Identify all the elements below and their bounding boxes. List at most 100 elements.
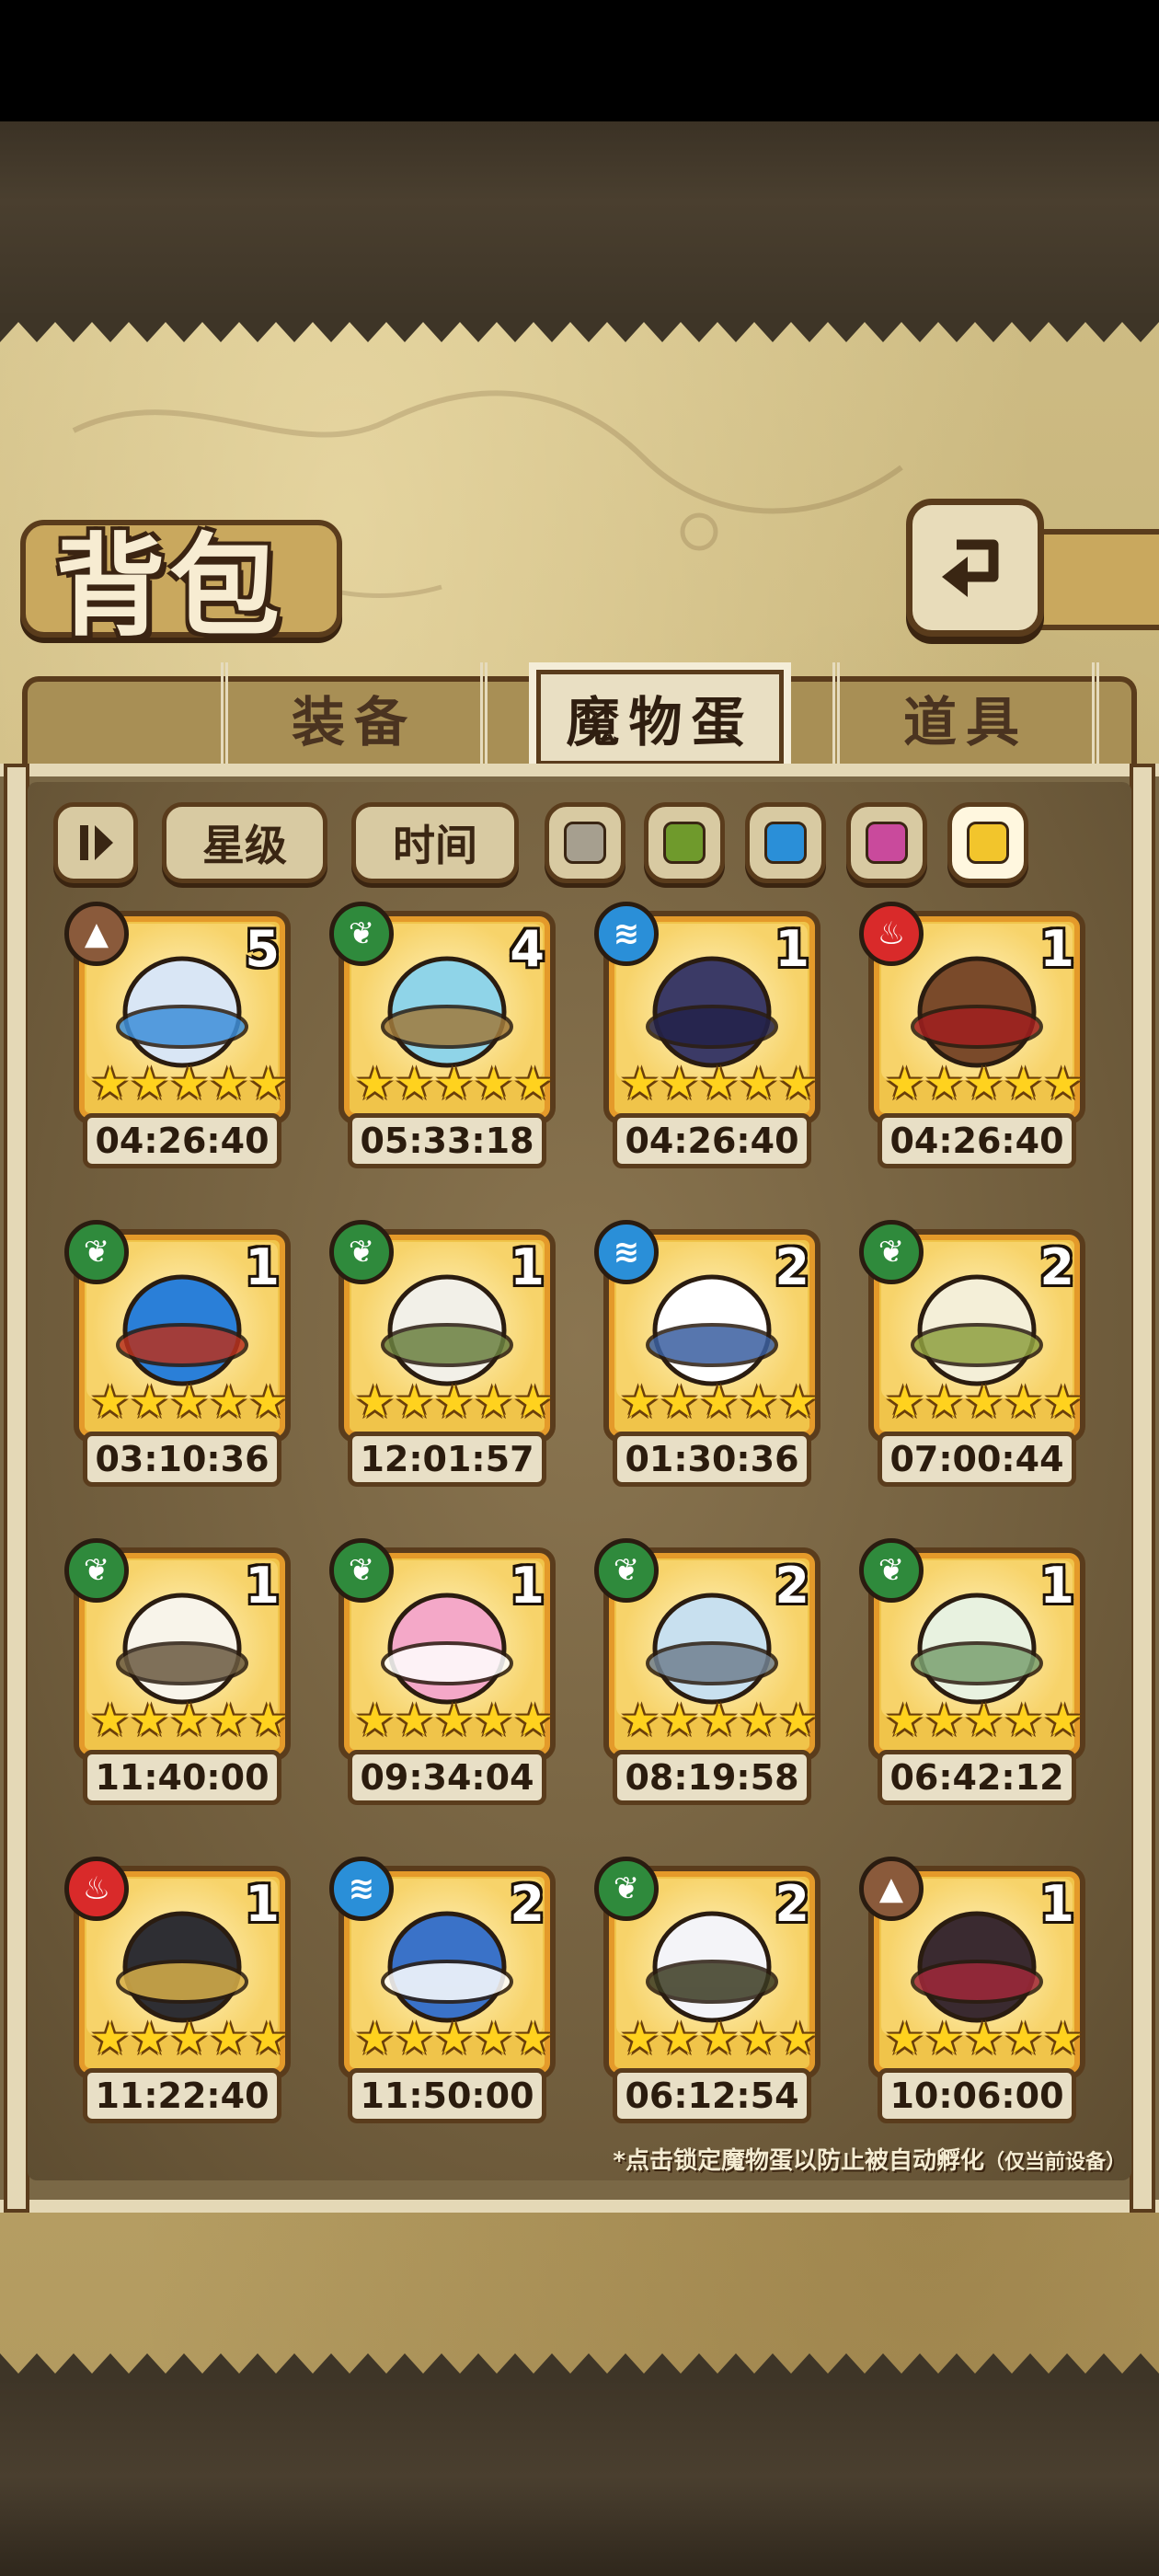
star-icon: ★ xyxy=(209,2013,249,2064)
egg-card[interactable]: ❦ 2 ★ ★ ★ ★ ★ 06:12:54 xyxy=(594,1857,824,2123)
filter-color-blue[interactable] xyxy=(745,802,826,883)
star-icon: ★ xyxy=(355,1376,396,1428)
filter-color-yellow[interactable] xyxy=(947,802,1028,883)
filter-color-green[interactable] xyxy=(644,802,725,883)
star-icon: ★ xyxy=(739,1376,779,1428)
star-icon: ★ xyxy=(924,2013,965,2064)
egg-card[interactable]: ❦ 1 ★ ★ ★ ★ ★ 09:34:04 xyxy=(329,1538,559,1805)
sort-by-time-button[interactable]: 时间 xyxy=(351,802,519,883)
tab-items[interactable]: 道具 xyxy=(832,662,1099,773)
egg-card[interactable]: ❦ 1 ★ ★ ★ ★ ★ 03:10:36 xyxy=(64,1220,294,1487)
hatch-timer: 08:19:58 xyxy=(613,1750,811,1805)
star-icon: ★ xyxy=(169,2013,210,2064)
star-icon: ★ xyxy=(885,2013,925,2064)
pink-swatch-icon xyxy=(866,822,908,864)
fire-element-icon: ♨ xyxy=(859,902,924,966)
grass-element-icon: ❦ xyxy=(594,1857,659,1921)
egg-card[interactable]: ♨ 1 ★ ★ ★ ★ ★ 04:26:40 xyxy=(859,902,1089,1168)
hatch-timer: 05:33:18 xyxy=(348,1113,546,1168)
star-icon: ★ xyxy=(885,1058,925,1110)
star-icon: ★ xyxy=(924,1376,965,1428)
egg-count: 1 xyxy=(245,1238,280,1296)
tab-monster-eggs[interactable]: 魔物蛋 xyxy=(529,662,791,773)
egg-card[interactable]: ≋ 2 ★ ★ ★ ★ ★ 11:50:00 xyxy=(329,1857,559,2123)
star-rating: ★ ★ ★ ★ ★ xyxy=(90,1058,288,1113)
star-rating: ★ ★ ★ ★ ★ xyxy=(885,1695,1083,1750)
star-icon: ★ xyxy=(209,1058,249,1110)
egg-count: 5 xyxy=(245,920,280,978)
star-rating: ★ ★ ★ ★ ★ xyxy=(620,1376,818,1432)
water-element-icon: ≋ xyxy=(329,1857,394,1921)
star-icon: ★ xyxy=(620,2013,660,2064)
star-icon: ★ xyxy=(1004,1376,1044,1428)
egg-card[interactable]: ❦ 2 ★ ★ ★ ★ ★ 07:00:44 xyxy=(859,1220,1089,1487)
star-icon: ★ xyxy=(248,1058,289,1110)
grass-element-icon: ❦ xyxy=(859,1220,924,1284)
hatch-timer: 04:26:40 xyxy=(83,1113,281,1168)
egg-card[interactable]: ❦ 1 ★ ★ ★ ★ ★ 11:40:00 xyxy=(64,1538,294,1805)
star-icon: ★ xyxy=(169,1695,210,1746)
egg-card[interactable]: ▲ 1 ★ ★ ★ ★ ★ 10:06:00 xyxy=(859,1857,1089,2123)
egg-card[interactable]: ❦ 2 ★ ★ ★ ★ ★ 08:19:58 xyxy=(594,1538,824,1805)
egg-count: 1 xyxy=(1039,1557,1074,1615)
hatch-timer: 11:40:00 xyxy=(83,1750,281,1805)
egg-card[interactable]: ❦ 1 ★ ★ ★ ★ ★ 06:42:12 xyxy=(859,1538,1089,1805)
star-icon: ★ xyxy=(355,1695,396,1746)
sort-toggle-button[interactable] xyxy=(53,802,138,883)
tab-equipment[interactable]: 装备 xyxy=(221,662,488,773)
filter-color-pink[interactable] xyxy=(846,802,927,883)
egg-card[interactable]: ♨ 1 ★ ★ ★ ★ ★ 11:22:40 xyxy=(64,1857,294,2123)
grass-element-icon: ❦ xyxy=(329,1538,394,1603)
star-icon: ★ xyxy=(1043,1058,1084,1110)
star-icon: ★ xyxy=(1043,1695,1084,1746)
filter-color-gray[interactable] xyxy=(545,802,625,883)
egg-count: 1 xyxy=(775,920,809,978)
hatch-timer: 10:06:00 xyxy=(878,2068,1076,2123)
egg-count: 2 xyxy=(510,1875,545,1933)
star-icon: ★ xyxy=(90,1058,131,1110)
egg-count: 1 xyxy=(510,1557,545,1615)
star-rating: ★ ★ ★ ★ ★ xyxy=(885,2013,1083,2068)
star-icon: ★ xyxy=(90,2013,131,2064)
green-swatch-icon xyxy=(663,822,706,864)
hatch-timer: 11:22:40 xyxy=(83,2068,281,2123)
star-icon: ★ xyxy=(1043,2013,1084,2064)
egg-card[interactable]: ≋ 2 ★ ★ ★ ★ ★ 01:30:36 xyxy=(594,1220,824,1487)
back-button[interactable] xyxy=(906,499,1044,637)
egg-card[interactable]: ❦ 1 ★ ★ ★ ★ ★ 12:01:57 xyxy=(329,1220,559,1487)
star-icon: ★ xyxy=(248,1376,289,1428)
hatch-timer: 06:42:12 xyxy=(878,1750,1076,1805)
egg-card[interactable]: ▲ 5 ★ ★ ★ ★ ★ 04:26:40 xyxy=(64,902,294,1168)
grass-element-icon: ❦ xyxy=(64,1220,129,1284)
star-rating: ★ ★ ★ ★ ★ xyxy=(885,1376,1083,1432)
star-icon: ★ xyxy=(1004,2013,1044,2064)
star-icon: ★ xyxy=(395,2013,435,2064)
zigzag-edge-bottom xyxy=(0,2353,1159,2383)
star-icon: ★ xyxy=(130,1695,170,1746)
egg-card[interactable]: ≋ 1 ★ ★ ★ ★ ★ 04:26:40 xyxy=(594,902,824,1168)
star-icon: ★ xyxy=(778,1376,819,1428)
hatch-timer: 12:01:57 xyxy=(348,1432,546,1487)
star-icon: ★ xyxy=(699,2013,740,2064)
star-icon: ★ xyxy=(513,2013,554,2064)
star-icon: ★ xyxy=(964,1376,1004,1428)
sort-by-star-button[interactable]: 星级 xyxy=(162,802,327,883)
star-icon: ★ xyxy=(130,1058,170,1110)
egg-count: 2 xyxy=(775,1238,809,1296)
egg-count: 4 xyxy=(510,920,545,978)
star-icon: ★ xyxy=(885,1695,925,1746)
star-icon: ★ xyxy=(660,1695,700,1746)
status-bar-area xyxy=(0,0,1159,121)
star-icon: ★ xyxy=(434,2013,475,2064)
star-icon: ★ xyxy=(739,1695,779,1746)
star-icon: ★ xyxy=(434,1695,475,1746)
star-icon: ★ xyxy=(474,2013,514,2064)
star-icon: ★ xyxy=(964,2013,1004,2064)
star-icon: ★ xyxy=(434,1058,475,1110)
page-title: 背包 xyxy=(55,522,283,651)
egg-card[interactable]: ❦ 4 ★ ★ ★ ★ ★ 05:33:18 xyxy=(329,902,559,1168)
star-icon: ★ xyxy=(248,2013,289,2064)
water-element-icon: ≋ xyxy=(594,1220,659,1284)
star-rating: ★ ★ ★ ★ ★ xyxy=(620,1695,818,1750)
star-rating: ★ ★ ★ ★ ★ xyxy=(620,1058,818,1113)
